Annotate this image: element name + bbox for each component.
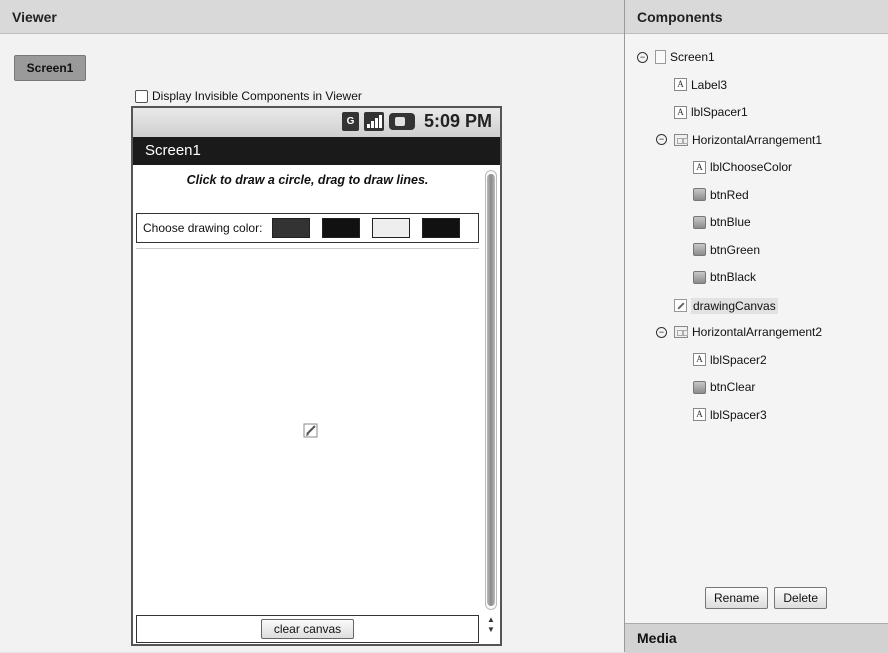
tree-node-drawingcanvas[interactable]: drawingCanvas	[674, 297, 778, 314]
btn-red[interactable]	[272, 218, 311, 238]
canvas-icon	[303, 423, 318, 438]
tree-node-lblspacer3[interactable]: AlblSpacer3	[693, 408, 767, 422]
scroll-arrows-icon[interactable]: ▲ ▼	[485, 615, 497, 643]
tree-node-label: drawingCanvas	[691, 297, 778, 314]
arrangement-icon	[674, 133, 688, 146]
label-icon: A	[674, 105, 687, 119]
tree-node-label: lblSpacer1	[691, 105, 748, 119]
screen-title-bar: Screen1	[133, 137, 500, 165]
tree-node-label: btnRed	[710, 187, 749, 202]
drawing-canvas[interactable]	[136, 248, 479, 607]
scrollbar-thumb[interactable]	[487, 174, 495, 606]
status-time: 5:09 PM	[423, 111, 492, 131]
tree-node-lblspacer2[interactable]: AlblSpacer2	[693, 353, 767, 367]
button-icon	[693, 380, 706, 394]
btn-blue[interactable]	[322, 218, 361, 238]
tree-node-label: lblChooseColor	[710, 160, 793, 174]
collapse-toggle-icon[interactable]: −	[656, 326, 667, 338]
tree-node-lblspacer1[interactable]: AlblSpacer1	[674, 105, 748, 119]
tree-node-horizontalarrangement2[interactable]: − HorizontalArrangement2	[656, 325, 822, 339]
tree-node-btnblack[interactable]: btnBlack	[693, 270, 756, 284]
arrangement-icon	[674, 326, 688, 338]
components-panel: Components − Screen1 A Label3 AlblSpacer1 − Ho…	[625, 0, 888, 653]
display-invisible-label: Display Invisible Components in Viewer	[152, 89, 362, 103]
display-invisible-row: Display Invisible Components in Viewer	[135, 89, 362, 103]
button-icon	[693, 270, 706, 284]
battery-icon	[388, 113, 415, 130]
clear-canvas-button[interactable]: clear canvas	[260, 619, 355, 639]
screen-selector-button[interactable]: Screen1	[14, 55, 86, 81]
phone-preview: G 5:09 PM Screen1 Click to draw a circle…	[131, 106, 502, 646]
btn-green[interactable]	[372, 218, 411, 238]
tree-node-screen1[interactable]: − Screen1	[637, 50, 715, 64]
label-icon: A	[693, 160, 706, 174]
phone-scrollbar[interactable]	[485, 170, 497, 610]
tree-node-label: btnGreen	[710, 242, 761, 257]
display-invisible-checkbox[interactable]	[135, 89, 148, 103]
delete-button[interactable]: Delete	[774, 587, 828, 609]
lbl-choose-color[interactable]: Choose drawing color:	[143, 221, 262, 235]
signal-icon	[363, 112, 384, 131]
tree-node-label: HorizontalArrangement2	[692, 325, 823, 339]
viewer-panel: Viewer Screen1 Display Invisible Compone…	[0, 0, 625, 652]
tree-node-btnclear[interactable]: btnClear	[693, 380, 755, 394]
component-actions: Rename Delete	[705, 587, 828, 609]
horizontal-arrangement-1[interactable]: Choose drawing color:	[136, 213, 479, 243]
label3[interactable]: Click to draw a circle, drag to draw lin…	[133, 165, 482, 195]
collapse-toggle-icon[interactable]: −	[637, 51, 648, 63]
screen-icon	[655, 50, 666, 64]
tree-node-btnblue[interactable]: btnBlue	[693, 215, 751, 229]
components-header: Components	[625, 0, 888, 34]
tree-node-label: btnBlue	[710, 215, 751, 229]
tree-node-label: btnClear	[710, 380, 756, 394]
tree-node-label: Label3	[691, 77, 728, 92]
lblspacer1[interactable]	[133, 195, 482, 213]
screen-content: Click to draw a circle, drag to draw lin…	[133, 165, 500, 644]
button-icon	[693, 243, 706, 256]
tree-node-horizontalarrangement1[interactable]: − HorizontalArrangement1	[656, 133, 822, 147]
tree-node-label3[interactable]: A Label3	[674, 78, 727, 92]
tree-node-btngreen[interactable]: btnGreen	[693, 243, 760, 257]
status-bar: G 5:09 PM	[133, 108, 500, 138]
tree-node-lblchoosecolor[interactable]: AlblChooseColor	[693, 160, 792, 174]
canvas-icon	[674, 299, 687, 312]
btn-black[interactable]	[422, 218, 461, 238]
tree-node-label: lblSpacer2	[710, 352, 767, 367]
viewer-header: Viewer	[0, 0, 624, 34]
media-header: Media	[625, 623, 888, 653]
horizontal-arrangement-2[interactable]: clear canvas	[136, 615, 479, 643]
label-icon: A	[693, 408, 706, 421]
label-icon: A	[674, 78, 687, 91]
tree-node-label: Screen1	[670, 50, 715, 64]
label-icon: A	[693, 353, 706, 366]
tree-node-label: btnBlack	[710, 270, 757, 284]
tree-node-btnred[interactable]: btnRed	[693, 188, 749, 202]
button-icon	[693, 188, 706, 201]
button-icon	[693, 215, 706, 229]
tree-node-label: HorizontalArrangement1	[692, 132, 823, 147]
network-type-icon: G	[341, 112, 359, 131]
collapse-toggle-icon[interactable]: −	[656, 134, 667, 145]
rename-button[interactable]: Rename	[705, 587, 769, 609]
tree-node-label: lblSpacer3	[710, 407, 767, 422]
